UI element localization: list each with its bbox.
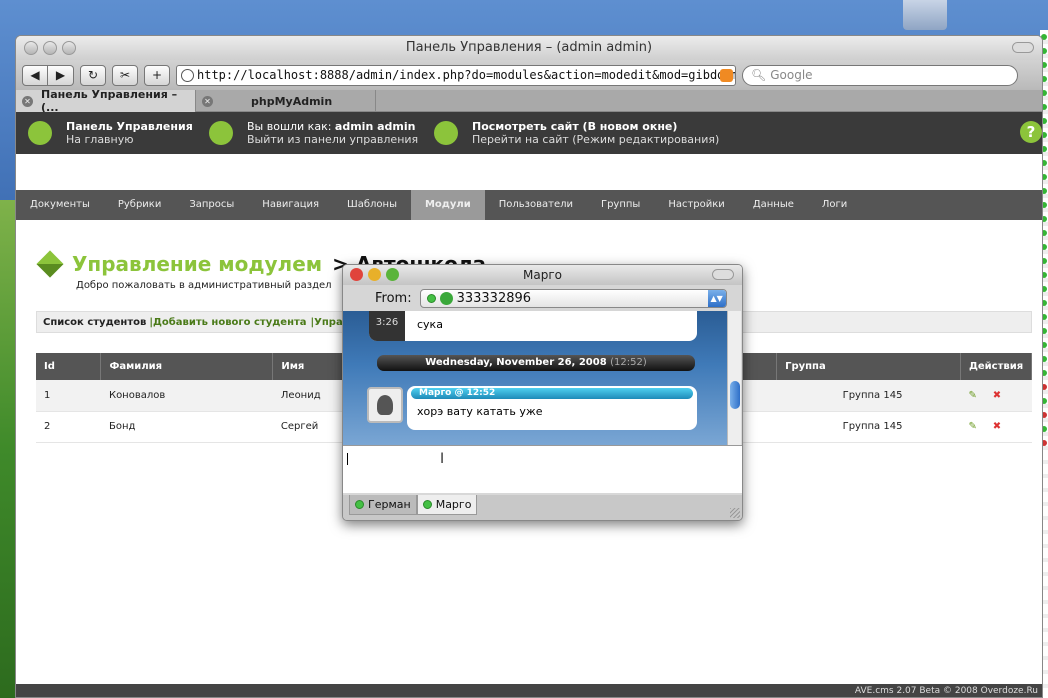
browser-titlebar: Панель Управления – (admin admin) (16, 36, 1042, 60)
edit-mode-link[interactable]: Перейти на сайт (Режим редактирования) (472, 133, 719, 146)
window-title: Панель Управления – (admin admin) (405, 40, 653, 55)
subnav-student-list[interactable]: Список студентов (43, 317, 146, 328)
message-bubble: 3:26 сука (369, 311, 697, 341)
menu-item-templates[interactable]: Шаблоны (333, 190, 411, 220)
ibeam-cursor-icon: I (440, 451, 445, 467)
close-window-button[interactable] (24, 41, 38, 55)
toolbar-toggle-button[interactable] (1012, 42, 1034, 53)
col-header-id: Id (36, 353, 102, 380)
chat-toolbar-toggle[interactable] (712, 269, 734, 280)
subnav-manage[interactable]: |Упра (311, 317, 343, 328)
message-text: хорэ вату катать уже (417, 405, 543, 418)
message-time: 3:26 (369, 311, 405, 341)
admin-header: Панель Управления На главную Вы вошли ка… (16, 112, 1042, 154)
message-bubble: Марго @ 12:52 хорэ вату катать уже (407, 386, 697, 430)
magnifier-icon (434, 121, 458, 145)
chat-tab-german[interactable]: Герман (349, 495, 417, 515)
user-icon (209, 121, 233, 145)
module-cube-icon (36, 250, 64, 278)
zoom-window-button[interactable] (62, 41, 76, 55)
text-caret (347, 453, 348, 465)
message-input[interactable]: I (343, 445, 742, 493)
menu-item-documents[interactable]: Документы (16, 190, 104, 220)
scrollbar-thumb[interactable] (730, 381, 740, 409)
snapback-icon[interactable]: ✂ (112, 64, 138, 86)
user-block: Вы вошли как: admin admin Выйти из панел… (209, 120, 418, 146)
message-log: 3:26 сука Wednesday, November 26, 2008 (… (343, 311, 741, 445)
panel-home-link[interactable]: Панель Управления На главную (28, 120, 193, 146)
address-bar[interactable]: http://localhost:8888/admin/index.php?do… (176, 64, 736, 86)
chat-minimize-button[interactable] (368, 268, 381, 281)
from-label: From: (375, 290, 412, 306)
add-bookmark-button[interactable]: + (144, 64, 170, 86)
browser-toolbar: ◀ ▶ ↻ ✂ + http://localhost:8888/admin/in… (16, 60, 1042, 90)
chat-title: Марго (523, 268, 562, 282)
menu-item-data[interactable]: Данные (739, 190, 808, 220)
chat-titlebar: Марго (343, 265, 742, 285)
view-site-block[interactable]: Посмотреть сайт (В новом окне) Перейти н… (434, 120, 719, 146)
menu-item-logs[interactable]: Логи (808, 190, 861, 220)
search-placeholder: Google (770, 68, 813, 82)
col-header-group: Группа (776, 353, 961, 380)
select-arrows-icon: ▲▼ (707, 289, 726, 307)
welcome-text: Добро пожаловать в административный разд… (76, 280, 332, 291)
delete-icon[interactable]: ✖ (993, 390, 1001, 401)
search-field[interactable]: 🔍︎ Google (742, 64, 1018, 86)
view-site-link[interactable]: Посмотреть сайт (В новом окне) (472, 120, 719, 133)
tab-phpmyadmin[interactable]: ✕ phpMyAdmin (196, 90, 376, 112)
col-header-lastname: Фамилия (100, 353, 274, 380)
edit-pencil-icon[interactable]: ✎ (968, 421, 976, 432)
edit-pencil-icon[interactable]: ✎ (968, 390, 976, 401)
chat-tab-margo[interactable]: Марго (416, 495, 478, 515)
icq-flower-icon (439, 291, 453, 305)
close-tab-icon[interactable]: ✕ (22, 95, 33, 107)
buddy-avatar (367, 387, 403, 423)
reload-button[interactable]: ↻ (80, 64, 106, 86)
tab-admin-panel[interactable]: ✕ Панель Управления – (... (16, 88, 196, 114)
main-menu: Документы Рубрики Запросы Навигация Шабл… (16, 190, 1042, 220)
message-scrollbar[interactable] (727, 311, 741, 445)
date-separator: Wednesday, November 26, 2008 (12:52) (377, 355, 695, 371)
tab-bar: ✕ Панель Управления – (... ✕ phpMyAdmin (16, 88, 1042, 114)
back-button[interactable]: ◀ (22, 64, 48, 86)
chat-window: Марго From: 333332896 ▲▼ 3:26 сука Wedne… (342, 264, 743, 521)
help-icon[interactable]: ? (1020, 121, 1042, 143)
chat-zoom-button[interactable] (386, 268, 399, 281)
delete-icon[interactable]: ✖ (993, 421, 1001, 432)
menu-item-users[interactable]: Пользователи (485, 190, 587, 220)
message-text: сука (417, 318, 443, 331)
minimize-window-button[interactable] (43, 41, 57, 55)
online-status-icon (426, 293, 436, 303)
globe-icon (181, 68, 194, 82)
rss-icon[interactable] (720, 68, 733, 82)
menu-item-settings[interactable]: Настройки (654, 190, 738, 220)
address-text: http://localhost:8888/admin/index.php?do… (197, 68, 736, 82)
folder-icon[interactable] (903, 0, 947, 30)
menu-item-queries[interactable]: Запросы (175, 190, 248, 220)
online-status-icon (422, 500, 432, 509)
online-status-icon (355, 500, 364, 509)
subnav-add-student[interactable]: |Добавить нового студента (149, 317, 306, 328)
col-header-actions: Действия (960, 353, 1033, 380)
footer-copyright: AVE.cms 2.07 Beta © 2008 Overdoze.Ru (16, 684, 1042, 697)
search-icon: 🔍︎ (751, 68, 767, 82)
close-tab-icon[interactable]: ✕ (202, 95, 213, 107)
menu-item-navigation[interactable]: Навигация (248, 190, 333, 220)
chat-tabs: Герман Марго (343, 495, 742, 520)
message-header: Марго @ 12:52 (411, 388, 693, 399)
menu-item-rubrics[interactable]: Рубрики (104, 190, 176, 220)
menu-item-groups[interactable]: Группы (587, 190, 654, 220)
gear-icon (28, 121, 52, 145)
chat-close-button[interactable] (350, 268, 363, 281)
resize-grip[interactable] (730, 508, 740, 518)
from-account-select[interactable]: 333332896 ▲▼ (419, 288, 727, 308)
from-row: From: 333332896 ▲▼ (343, 285, 742, 311)
menu-item-modules[interactable]: Модули (410, 190, 485, 220)
forward-button[interactable]: ▶ (48, 64, 74, 86)
logout-link[interactable]: Выйти из панели управления (247, 133, 418, 146)
